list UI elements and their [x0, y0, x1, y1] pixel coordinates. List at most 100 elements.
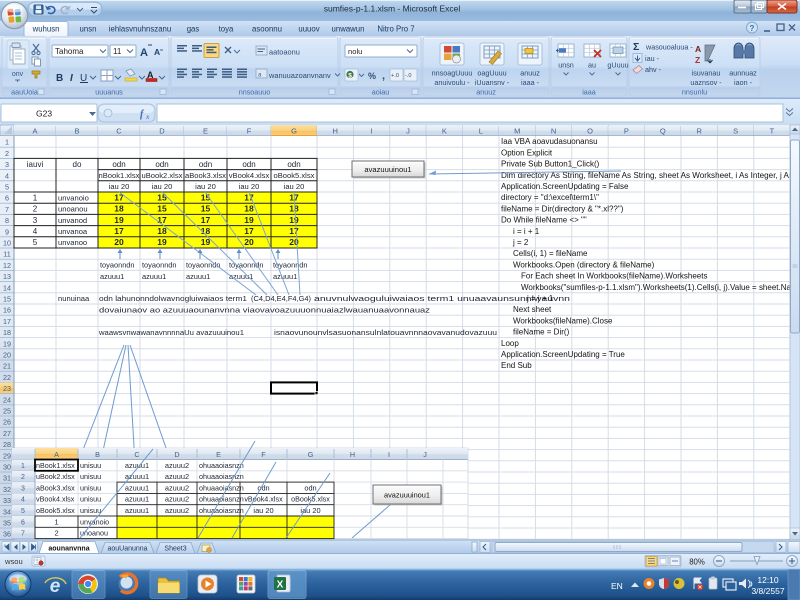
svg-text:9: 9	[5, 227, 9, 236]
svg-text:1: 1	[21, 463, 25, 470]
svg-text:isnaovunounvlsasuonansulnlatou: isnaovunounvlsasuonansulnlatouavnnnaovav…	[274, 328, 497, 337]
svg-text:anuuz: anuuz	[520, 69, 540, 78]
svg-text:P: P	[624, 127, 629, 136]
svg-text:13: 13	[3, 272, 11, 281]
svg-text:azuuu2: azuuu2	[165, 461, 189, 470]
svg-text:aBook3.xlsx: aBook3.xlsx	[185, 171, 226, 180]
svg-text:F: F	[247, 127, 252, 136]
svg-text:22: 22	[3, 373, 11, 382]
svg-text:H: H	[332, 127, 337, 136]
svg-text:Next sheet: Next sheet	[513, 305, 552, 314]
svg-text:unsn: unsn	[558, 61, 574, 70]
svg-text:aatoaonu: aatoaonu	[269, 48, 300, 57]
svg-text:17: 17	[201, 215, 211, 225]
svg-text:aBook3.xlsx: aBook3.xlsx	[36, 483, 75, 492]
svg-text:iauvi: iauvi	[27, 160, 44, 169]
svg-text:19: 19	[3, 339, 11, 348]
svg-text:I: I	[388, 450, 390, 459]
svg-text:azuuu1: azuuu1	[229, 272, 253, 281]
svg-text:18: 18	[114, 204, 124, 214]
svg-text:M: M	[514, 127, 520, 136]
svg-text:iaon -: iaon -	[734, 78, 753, 87]
svg-text:T: T	[770, 127, 775, 136]
svg-text:Workbooks("sumfiles-p-1.1.xlsm: Workbooks("sumfiles-p-1.1.xlsm").Workshe…	[521, 283, 800, 292]
svg-text:17: 17	[244, 226, 254, 236]
svg-text:oagUuuu: oagUuuu	[477, 69, 506, 78]
svg-text:uaznsov -: uaznsov -	[690, 78, 722, 87]
svg-text:3: 3	[5, 160, 9, 169]
svg-text:2: 2	[21, 474, 25, 481]
svg-text:Do While fileName <> "": Do While fileName <> ""	[501, 216, 587, 225]
svg-text:G23: G23	[36, 109, 52, 119]
svg-text:20: 20	[114, 237, 124, 247]
svg-text:17: 17	[3, 317, 11, 326]
svg-text:uuuanus: uuuanus	[95, 88, 123, 97]
svg-text:odn lahunonndolwavnogluiwaiaos: odn lahunonndolwavnogluiwaiaos term1	[99, 294, 247, 303]
svg-text:16: 16	[3, 306, 11, 315]
svg-text:E: E	[216, 450, 221, 459]
svg-text:$: $	[348, 73, 352, 80]
svg-text:1: 1	[33, 193, 38, 202]
svg-text:onv: onv	[12, 71, 24, 78]
svg-text:ohuaaoiasnzn: ohuaaoiasnzn	[199, 472, 244, 481]
svg-text:toyaonndn: toyaonndn	[142, 261, 177, 270]
svg-text:anuivoulu -: anuivoulu -	[434, 78, 470, 87]
svg-text:Z: Z	[695, 55, 700, 65]
svg-text:34: 34	[3, 507, 11, 516]
svg-text:+.0: +.0	[391, 73, 399, 79]
svg-text:azuuu2: azuuu2	[165, 472, 189, 481]
svg-text:sumfies-p-1.1.xlsm - Microsoft: sumfies-p-1.1.xlsm - Microsoft Excel	[324, 4, 461, 14]
svg-text:15: 15	[3, 295, 11, 304]
svg-text:vBook4.xlsx: vBook4.xlsx	[229, 171, 270, 180]
svg-text:iau 20: iau 20	[253, 506, 273, 515]
svg-text:19: 19	[114, 215, 124, 225]
svg-text:20: 20	[3, 351, 11, 360]
svg-text:ohuaaoiasnzn: ohuaaoiasnzn	[199, 495, 244, 504]
svg-text:uBook2.xlsx: uBook2.xlsx	[36, 472, 75, 481]
svg-text:iau 20: iau 20	[300, 506, 320, 515]
svg-text:unwawun: unwawun	[332, 25, 365, 34]
svg-text:23: 23	[3, 384, 11, 393]
svg-text:unisuu: unisuu	[80, 506, 101, 515]
svg-text:%: %	[368, 71, 376, 81]
svg-text:odn: odn	[304, 483, 316, 492]
svg-text:D: D	[174, 450, 179, 459]
svg-text:25: 25	[3, 407, 11, 416]
svg-text:H: H	[350, 450, 355, 459]
svg-text:80%: 80%	[689, 558, 705, 567]
svg-text:unoanou: unoanou	[58, 205, 88, 214]
svg-text:End Sub: End Sub	[501, 361, 532, 370]
svg-text:aoiau: aoiau	[372, 88, 390, 97]
svg-text:?: ?	[750, 24, 755, 33]
svg-text:27: 27	[3, 429, 11, 438]
svg-text:azuuu2: azuuu2	[165, 506, 189, 515]
svg-text:unsn: unsn	[80, 25, 97, 34]
svg-text:unisuu: unisuu	[80, 483, 101, 492]
svg-text:iau 20: iau 20	[152, 182, 173, 191]
svg-text:Option Explicit: Option Explicit	[501, 148, 553, 157]
svg-text:fileName = Dir(): fileName = Dir()	[513, 328, 570, 337]
svg-text:azuuu1: azuuu1	[125, 472, 149, 481]
svg-text:C: C	[134, 450, 139, 459]
svg-text:10: 10	[3, 239, 11, 248]
svg-text:oBook5.xlsx: oBook5.xlsx	[274, 171, 315, 180]
svg-text:ohuaaoiasnzn: ohuaaoiasnzn	[199, 483, 244, 492]
svg-text:14: 14	[3, 283, 11, 292]
svg-text:aauUoia: aauUoia	[11, 88, 38, 97]
svg-text:O: O	[587, 127, 593, 136]
svg-text:6: 6	[5, 194, 9, 203]
svg-text:11: 11	[113, 47, 122, 56]
svg-text:B: B	[56, 73, 63, 84]
svg-text:anuuz: anuuz	[476, 88, 496, 97]
svg-text:unvanoio: unvanoio	[80, 517, 109, 526]
svg-text:L: L	[479, 127, 483, 136]
svg-text:iehlasvnuhnszanu: iehlasvnuhnszanu	[109, 25, 171, 34]
svg-text:19: 19	[157, 237, 167, 247]
svg-text:azuuu1: azuuu1	[100, 272, 124, 281]
svg-text:C: C	[116, 127, 122, 136]
svg-text:2: 2	[54, 529, 58, 538]
svg-text:33: 33	[3, 496, 11, 505]
svg-text:odn: odn	[242, 160, 255, 169]
svg-text:asoonnu: asoonnu	[252, 25, 282, 34]
svg-text:21: 21	[3, 362, 11, 371]
